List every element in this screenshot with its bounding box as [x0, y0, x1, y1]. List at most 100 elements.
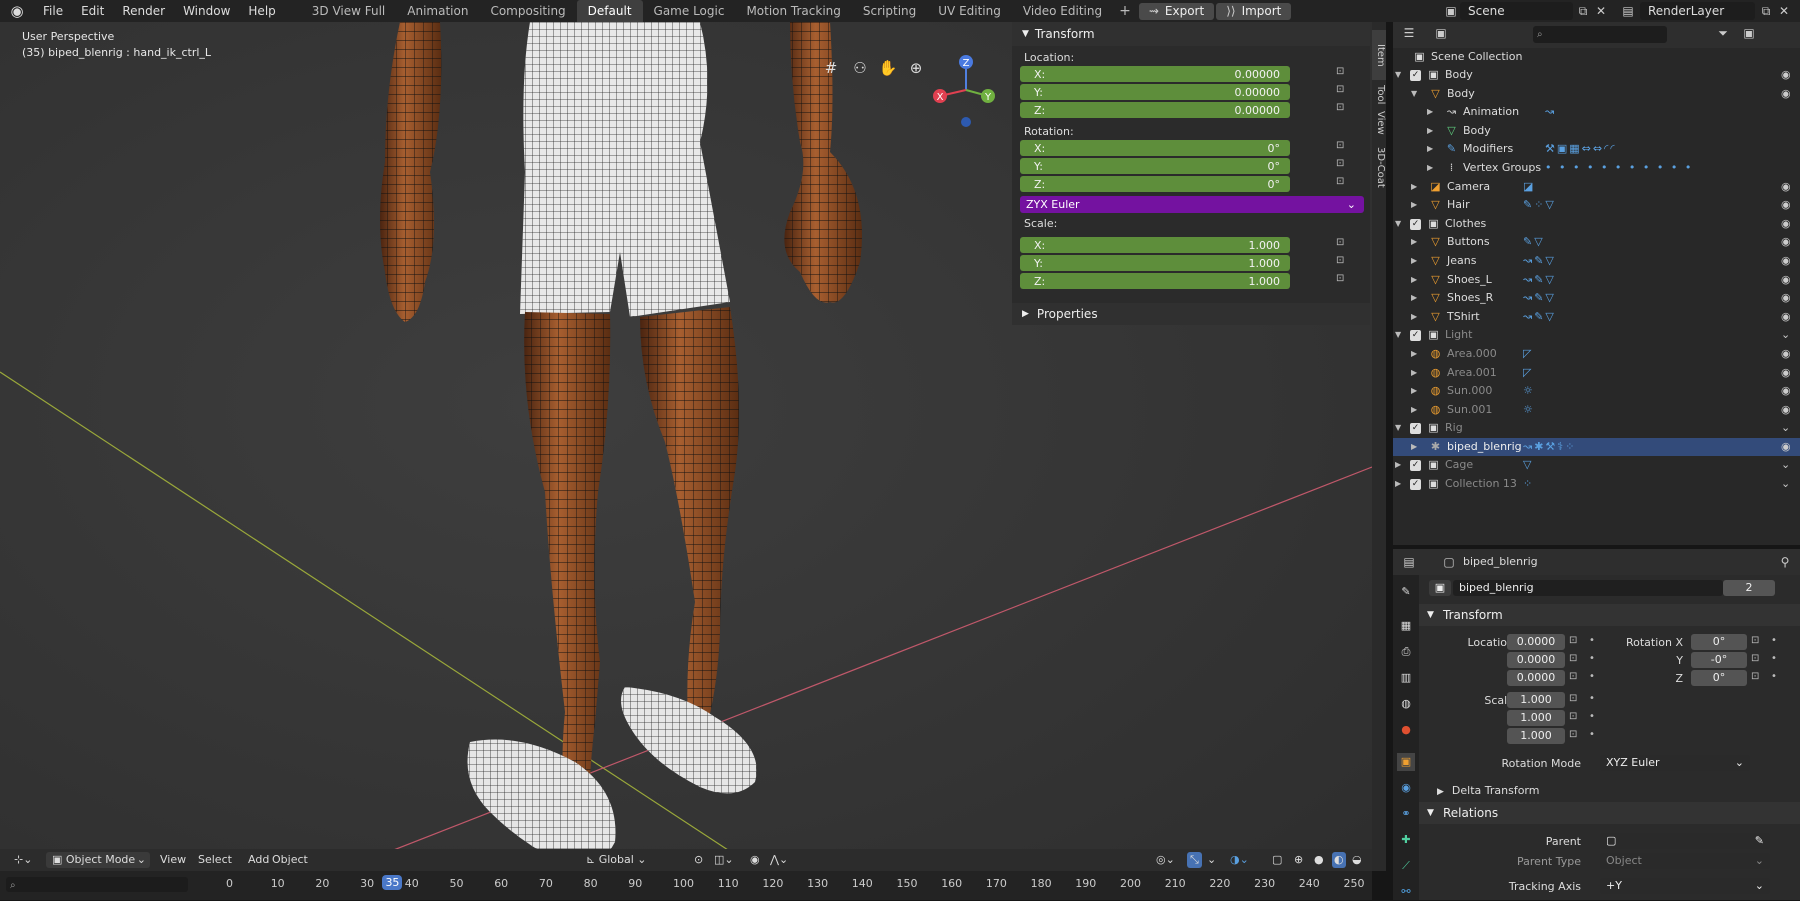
filter-icon[interactable]: ⏷ — [1715, 25, 1731, 41]
exclude-checkbox[interactable]: ✓ — [1410, 479, 1421, 491]
location-z-field[interactable]: 0.0000 — [1507, 670, 1565, 686]
eye-icon[interactable]: ◉ — [1781, 271, 1791, 290]
material-shading-icon[interactable]: ◐ — [1332, 852, 1346, 868]
outliner-row[interactable]: ▶ ▽ Jeans ↝✎▽ ◉ — [1393, 252, 1800, 271]
display-mode-icon[interactable]: ▣ — [1433, 25, 1449, 41]
gizmo-toggle-icon[interactable]: ⤡ — [1187, 852, 1202, 868]
lock-icon[interactable]: ⊡ — [1569, 729, 1577, 740]
collapse-triangle-icon[interactable]: ▶ — [1411, 401, 1417, 420]
lock-icon[interactable]: ⊡ — [1751, 635, 1759, 646]
scene-icon[interactable]: ◍ — [1397, 695, 1415, 713]
lock-icon[interactable]: ⊡ — [1336, 102, 1350, 118]
datablock-name-input[interactable]: biped_blenrig — [1453, 580, 1723, 596]
menu-help[interactable]: Help — [239, 0, 284, 22]
eye-icon[interactable]: ◉ — [1781, 66, 1791, 85]
outliner-row[interactable]: ▶ ✓ ▣ Cage ▽ ⌄ — [1393, 456, 1800, 475]
eye-icon[interactable]: ◉ — [1781, 196, 1791, 215]
eye-icon[interactable]: ⌄ — [1781, 475, 1790, 494]
orientation-selector[interactable]: ⊾ Global ⌄ — [582, 852, 654, 868]
rotation-mode-select[interactable]: XYZ Euler ⌄ — [1600, 755, 1750, 771]
view-layer-browse-icon[interactable]: ▤ — [1620, 3, 1636, 19]
camera-view-icon[interactable]: ⚇ — [848, 56, 872, 80]
eye-icon[interactable]: ◉ — [1781, 345, 1791, 364]
outliner-row[interactable]: ▶ ▽ Shoes_R ↝✎▽ ◉ — [1393, 289, 1800, 308]
pivot-icon[interactable]: ⊙ — [694, 852, 703, 868]
proportional-edit-icon[interactable]: ◉ — [750, 852, 760, 868]
lock-icon[interactable]: ⊡ — [1336, 158, 1350, 174]
lock-icon[interactable]: ⊡ — [1569, 711, 1577, 722]
collapse-triangle-icon[interactable]: ▶ — [1411, 308, 1417, 327]
exclude-checkbox[interactable]: ✓ — [1410, 460, 1421, 472]
keyframe-dot-icon[interactable]: • — [1589, 653, 1595, 664]
tab-game-logic[interactable]: Game Logic — [643, 0, 736, 22]
bone-icon[interactable]: ⟋ — [1397, 857, 1415, 875]
lock-icon[interactable]: ⊡ — [1751, 671, 1759, 682]
expand-triangle-icon[interactable]: ▶ — [1395, 475, 1401, 494]
scale-x-field[interactable]: 1.000 — [1507, 692, 1565, 708]
eye-icon[interactable]: ◉ — [1781, 215, 1791, 234]
tab-motion-tracking[interactable]: Motion Tracking — [735, 0, 851, 22]
wireframe-shading-icon[interactable]: ⊕ — [1294, 852, 1303, 868]
outliner-row[interactable]: ▶ ▽ Shoes_L ↝✎▽ ◉ — [1393, 271, 1800, 290]
keyframe-dot-icon[interactable]: • — [1771, 653, 1777, 664]
outliner-row[interactable]: ▶ ⁞ Vertex Groups • • • • • • • • • • • — [1393, 159, 1800, 178]
lock-icon[interactable]: ⊡ — [1336, 273, 1350, 289]
eye-icon[interactable]: ⌄ — [1781, 419, 1790, 438]
expand-triangle-icon[interactable]: ▼ — [1395, 419, 1401, 438]
delete-view-layer-icon[interactable]: ✕ — [1776, 3, 1792, 19]
collapse-triangle-icon[interactable]: ▶ — [1411, 382, 1417, 401]
menu-render[interactable]: Render — [113, 0, 174, 22]
mode-selector[interactable]: ▣ Object Mode ⌄ — [46, 852, 150, 868]
outliner-row[interactable]: ▶ ▽ Buttons ✎▽ ◉ — [1393, 233, 1800, 252]
delta-transform-header[interactable]: ▶ Delta Transform — [1437, 784, 1539, 797]
add-workspace-button[interactable]: + — [1113, 3, 1137, 19]
collapse-triangle-icon[interactable]: ▶ — [1411, 345, 1417, 364]
rotation-mode-dropdown[interactable]: ZYX Euler ⌄ — [1020, 196, 1364, 213]
delete-scene-icon[interactable]: ✕ — [1593, 3, 1609, 19]
lock-icon[interactable]: ⊡ — [1751, 653, 1759, 664]
new-scene-icon[interactable]: ⧉ — [1575, 3, 1591, 19]
outliner-row[interactable]: ▶ ✎ Modifiers ⚒▣▦⇔⇔◜◜ — [1393, 140, 1800, 159]
eye-icon[interactable]: ◉ — [1781, 233, 1791, 252]
lock-icon[interactable]: ⊡ — [1336, 66, 1350, 82]
collapse-triangle-icon[interactable]: ▶ — [1411, 271, 1417, 290]
keyframe-dot-icon[interactable]: • — [1771, 671, 1777, 682]
keyframe-dot-icon[interactable]: • — [1589, 711, 1595, 722]
export-button[interactable]: ⇝ Export — [1138, 2, 1215, 20]
outliner-row[interactable]: ▼ ✓ ▣ Light ⌄ — [1393, 326, 1800, 345]
collapse-triangle-icon[interactable]: ▶ — [1411, 196, 1417, 215]
eye-icon[interactable]: ◉ — [1781, 178, 1791, 197]
collapse-triangle-icon[interactable]: ▶ — [1427, 159, 1433, 178]
parent-type-select[interactable]: Object ⌄ — [1600, 853, 1770, 869]
outliner-row[interactable]: ▶ ↝ Animation ↝ — [1393, 103, 1800, 122]
expand-triangle-icon[interactable]: ▼ — [1395, 326, 1401, 345]
exclude-checkbox[interactable]: ✓ — [1410, 330, 1421, 342]
menu-file[interactable]: File — [34, 0, 72, 22]
scale-x-field[interactable]: X: 1.000 — [1020, 237, 1290, 253]
eye-icon[interactable]: ◉ — [1781, 252, 1791, 271]
expand-triangle-icon[interactable]: ▼ — [1411, 85, 1417, 104]
scale-z-field[interactable]: 1.000 — [1507, 728, 1565, 744]
parent-field[interactable]: ▢ ✎ — [1600, 833, 1770, 849]
physics-icon[interactable]: ◉ — [1397, 779, 1415, 797]
keyframe-dot-icon[interactable]: • — [1771, 635, 1777, 646]
view-layer-icon[interactable]: ▥ — [1397, 669, 1415, 687]
tab-animation[interactable]: Animation — [396, 0, 479, 22]
outliner-row[interactable]: ▶ ◍ Sun.000 ☼ ◉ — [1393, 382, 1800, 401]
lock-icon[interactable]: ⊡ — [1569, 635, 1577, 646]
constraints-icon[interactable]: ⚭ — [1397, 805, 1415, 823]
eye-icon[interactable]: ◉ — [1781, 289, 1791, 308]
blender-logo-icon[interactable]: ◉ — [0, 2, 34, 20]
menu-add[interactable]: Add — [248, 852, 269, 868]
navigation-gizmo[interactable]: Z X Y — [932, 52, 1000, 128]
world-icon[interactable]: ● — [1397, 721, 1415, 739]
tab-video-editing[interactable]: Video Editing — [1012, 0, 1113, 22]
rotation-x-field[interactable]: X: 0° — [1020, 140, 1290, 156]
menu-window[interactable]: Window — [174, 0, 239, 22]
tab-view[interactable]: View — [1372, 108, 1386, 138]
pan-hand-icon[interactable]: ✋ — [876, 56, 900, 80]
menu-select[interactable]: Select — [198, 852, 232, 868]
location-z-field[interactable]: Z: 0.00000 — [1020, 102, 1290, 118]
lock-icon[interactable]: ⊡ — [1336, 255, 1350, 271]
exclude-checkbox[interactable]: ✓ — [1410, 70, 1421, 81]
